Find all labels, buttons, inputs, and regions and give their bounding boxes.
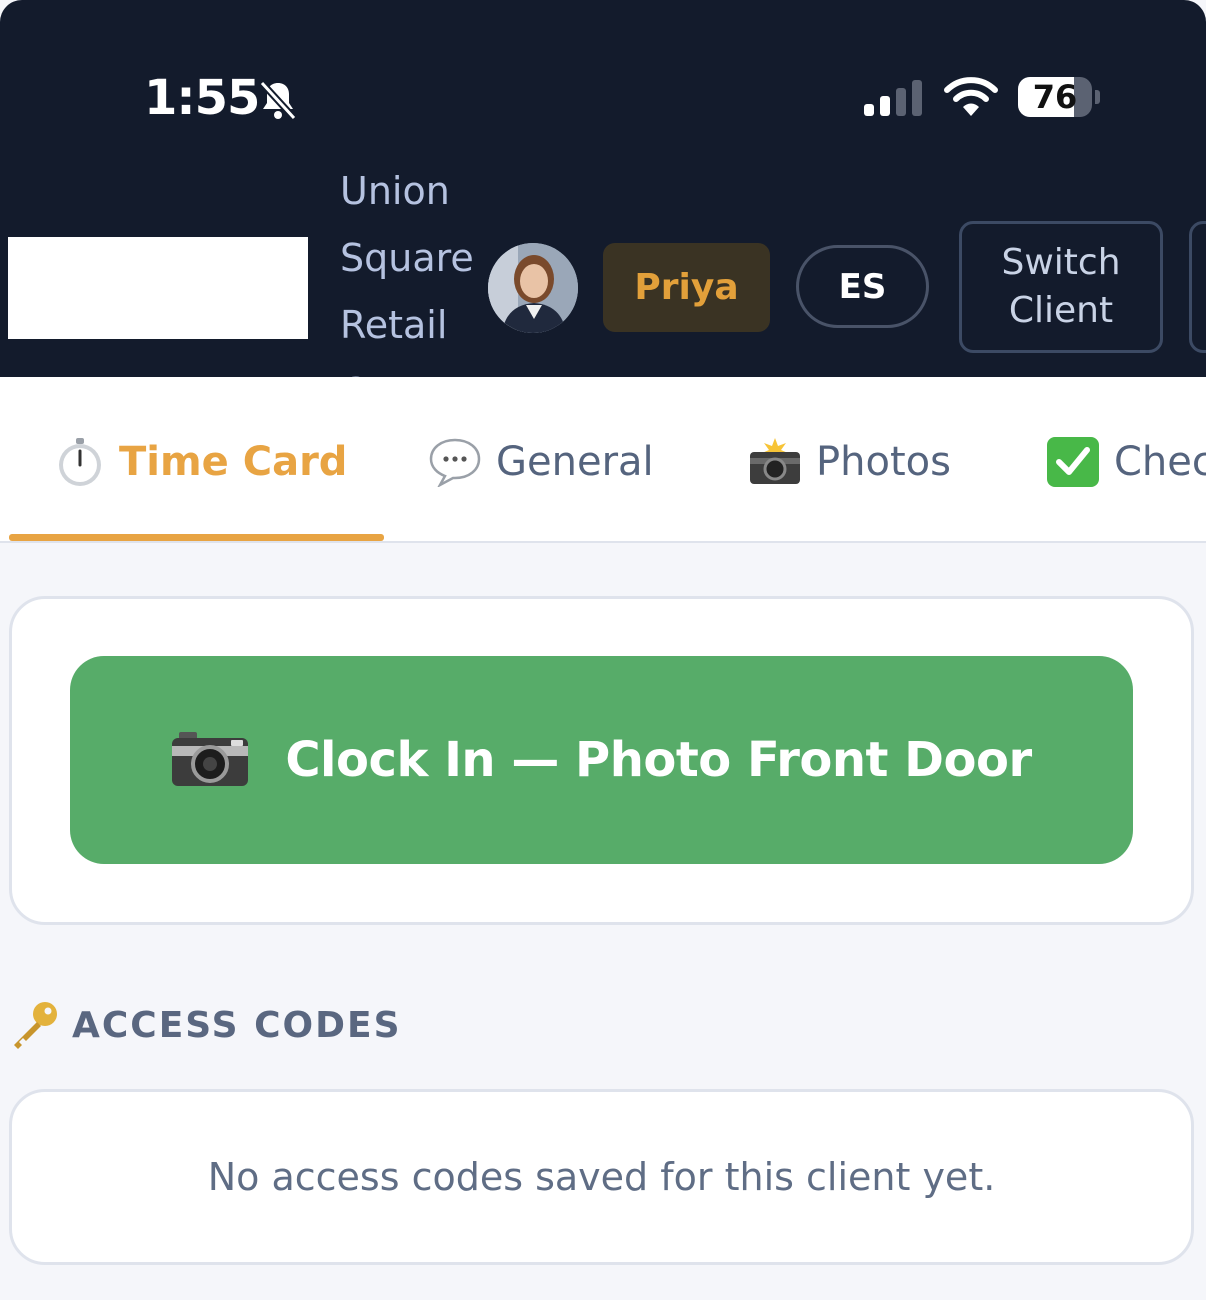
access-codes-heading: ACCESS CODES xyxy=(10,1000,402,1050)
header-overflow-button[interactable] xyxy=(1189,221,1206,353)
tab-time-card[interactable]: Time Card xyxy=(55,432,347,492)
tab-checklist[interactable]: Chec xyxy=(1046,432,1206,492)
tab-label: Chec xyxy=(1114,439,1206,485)
camera-icon xyxy=(171,732,249,788)
tab-bar: Time Card General Photos Chec xyxy=(0,377,1206,543)
clock-in-button[interactable]: Clock In — Photo Front Door xyxy=(70,656,1133,864)
key-icon xyxy=(10,1000,60,1050)
app-header: 1:55 76 Union Square Retail Center Priya xyxy=(0,0,1206,414)
bell-slash-icon xyxy=(259,80,297,121)
switch-client-label: Switch Client xyxy=(1001,242,1121,331)
access-codes-empty-text: No access codes saved for this client ye… xyxy=(207,1155,996,1199)
battery-icon: 76 xyxy=(1018,77,1092,117)
access-codes-card: No access codes saved for this client ye… xyxy=(9,1089,1194,1265)
tab-label: Time Card xyxy=(119,439,348,485)
language-toggle[interactable]: ES xyxy=(796,245,929,328)
clock-in-label: Clock In — Photo Front Door xyxy=(285,732,1032,788)
cellular-signal-icon xyxy=(864,80,922,116)
avatar-photo xyxy=(488,243,578,333)
access-codes-title: ACCESS CODES xyxy=(72,1004,402,1046)
battery-level: 76 xyxy=(1032,78,1078,116)
client-logo xyxy=(8,237,308,339)
tab-label: General xyxy=(496,439,654,485)
tab-label: Photos xyxy=(816,439,951,485)
active-tab-indicator xyxy=(9,534,384,541)
camera-flash-icon xyxy=(748,438,802,486)
tab-general[interactable]: General xyxy=(428,432,654,492)
check-mark-icon xyxy=(1046,436,1100,488)
speech-bubble-icon xyxy=(428,437,482,487)
switch-client-button[interactable]: Switch Client xyxy=(959,221,1163,353)
user-avatar[interactable] xyxy=(488,243,578,333)
stopwatch-icon xyxy=(55,437,105,487)
user-button[interactable]: Priya xyxy=(603,243,770,332)
status-time: 1:55 xyxy=(144,70,260,126)
tab-photos[interactable]: Photos xyxy=(748,432,951,492)
wifi-icon xyxy=(944,77,998,116)
